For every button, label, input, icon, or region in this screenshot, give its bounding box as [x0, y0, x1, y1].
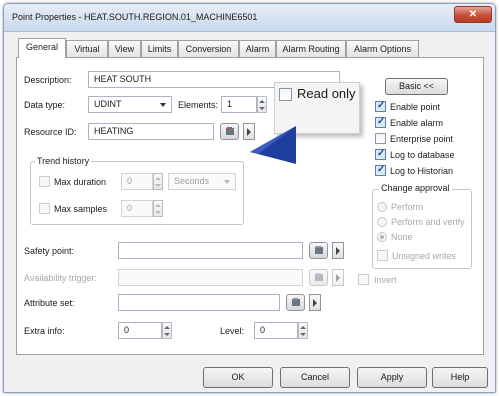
- tab-alarm[interactable]: Alarm: [239, 40, 276, 57]
- title-bar: Point Properties - HEAT.SOUTH.REGION.01_…: [4, 4, 495, 32]
- invert-label: Invert: [374, 275, 397, 285]
- resource-browse-button[interactable]: [220, 123, 239, 140]
- level-label: Level:: [220, 326, 245, 336]
- log-to-historian-label: Log to Historian: [390, 166, 454, 176]
- browse-icon: [315, 246, 323, 254]
- approval-verify-label: Perform and verify: [391, 217, 465, 227]
- invert-checkbox[interactable]: [358, 274, 369, 285]
- max-duration-checkbox[interactable]: [39, 176, 50, 187]
- enable-alarm-checkbox[interactable]: ✓: [375, 116, 386, 128]
- max-duration-spinner[interactable]: [153, 173, 163, 190]
- log-to-database-label: Log to database: [390, 150, 455, 160]
- extra-info-label: Extra info:: [24, 326, 65, 336]
- unsigned-writes-label: Unsigned writes: [392, 251, 457, 261]
- approval-verify-radio[interactable]: [377, 217, 387, 227]
- point-properties-window: Point Properties - HEAT.SOUTH.REGION.01_…: [3, 3, 496, 393]
- cancel-button[interactable]: Cancel: [280, 367, 350, 388]
- availability-expand-button[interactable]: [332, 269, 344, 286]
- level-input[interactable]: 0: [254, 322, 298, 339]
- browse-icon: [315, 273, 323, 281]
- elements-spinner[interactable]: [257, 96, 267, 113]
- enterprise-point-checkbox[interactable]: [375, 133, 386, 144]
- max-samples-label: Max samples: [54, 204, 108, 214]
- general-panel: Description: HEAT SOUTH Data type: UDINT…: [16, 57, 484, 355]
- approval-perform-radio[interactable]: [377, 202, 387, 212]
- unsigned-writes-checkbox[interactable]: [377, 250, 388, 261]
- tab-limits[interactable]: Limits: [141, 40, 178, 57]
- tab-virtual[interactable]: Virtual: [66, 40, 108, 57]
- resource-input[interactable]: HEATING: [88, 123, 214, 140]
- extra-info-input[interactable]: 0: [118, 322, 162, 339]
- description-label: Description:: [24, 75, 72, 85]
- safety-point-label: Safety point:: [24, 246, 75, 256]
- max-duration-label: Max duration: [54, 177, 107, 187]
- tab-alarm-options[interactable]: Alarm Options: [346, 40, 419, 57]
- datatype-label: Data type:: [24, 100, 66, 110]
- approval-none-radio[interactable]: [377, 232, 387, 242]
- attribute-browse-button[interactable]: [286, 294, 305, 311]
- browse-icon: [226, 127, 234, 135]
- change-approval-title: Change approval: [379, 183, 452, 193]
- tab-general[interactable]: General: [18, 38, 66, 58]
- safety-point-input[interactable]: [118, 242, 303, 259]
- log-to-database-checkbox[interactable]: ✓: [375, 148, 386, 160]
- availability-trigger-input[interactable]: [118, 269, 303, 286]
- attribute-set-input[interactable]: [118, 294, 280, 311]
- duration-unit-value: Seconds: [174, 176, 210, 186]
- duration-unit-select[interactable]: Seconds: [168, 173, 236, 190]
- tab-conversion[interactable]: Conversion: [178, 40, 239, 57]
- max-duration-input[interactable]: 0: [121, 173, 153, 190]
- safety-expand-button[interactable]: [332, 242, 344, 259]
- availability-trigger-label: Availability trigger:: [24, 273, 97, 283]
- attribute-expand-button[interactable]: [309, 294, 321, 311]
- read-only-checkbox[interactable]: [279, 88, 292, 101]
- help-button[interactable]: Help: [432, 367, 488, 388]
- datatype-select[interactable]: UDINT: [88, 96, 172, 113]
- enterprise-point-label: Enterprise point: [390, 134, 454, 144]
- chevron-down-icon: [224, 180, 230, 184]
- max-samples-input[interactable]: 0: [121, 200, 153, 217]
- window-title: Point Properties - HEAT.SOUTH.REGION.01_…: [12, 12, 258, 22]
- level-spinner[interactable]: [298, 322, 308, 339]
- approval-none-label: None: [391, 232, 413, 242]
- basic-button[interactable]: Basic <<: [385, 78, 448, 95]
- extra-info-spinner[interactable]: [162, 322, 172, 339]
- browse-icon: [292, 298, 300, 306]
- approval-perform-label: Perform: [391, 202, 424, 212]
- elements-label: Elements:: [178, 100, 219, 110]
- tab-alarm-routing[interactable]: Alarm Routing: [276, 40, 346, 57]
- apply-button[interactable]: Apply: [357, 367, 427, 388]
- enable-alarm-label: Enable alarm: [390, 118, 444, 128]
- attribute-set-label: Attribute set:: [24, 298, 75, 308]
- enable-point-label: Enable point: [390, 102, 441, 112]
- elements-input[interactable]: 1: [221, 96, 257, 113]
- safety-browse-button[interactable]: [309, 242, 328, 259]
- max-samples-checkbox[interactable]: [39, 203, 50, 214]
- read-only-label: Read only: [297, 86, 356, 101]
- pointer-arrow-icon: [250, 126, 296, 164]
- close-button[interactable]: ✕: [454, 6, 492, 23]
- trend-history-title: Trend history: [35, 156, 92, 166]
- ok-button[interactable]: OK: [203, 367, 273, 388]
- log-to-historian-checkbox[interactable]: ✓: [375, 164, 386, 176]
- resource-label: Resource ID:: [24, 127, 77, 137]
- enable-point-checkbox[interactable]: ✓: [375, 100, 386, 112]
- availability-browse-button[interactable]: [309, 269, 328, 286]
- tab-view[interactable]: View: [108, 40, 141, 57]
- max-samples-spinner[interactable]: [153, 200, 163, 217]
- datatype-value: UDINT: [94, 99, 122, 109]
- chevron-down-icon: [160, 103, 166, 107]
